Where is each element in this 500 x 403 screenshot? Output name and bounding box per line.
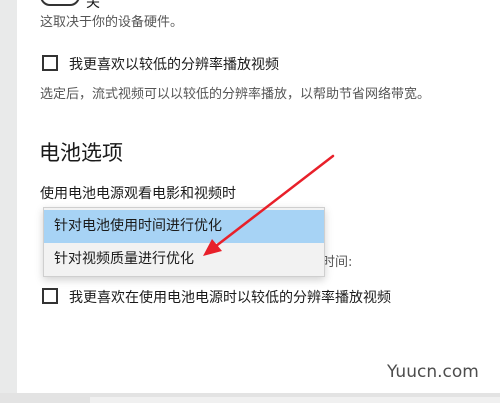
- annotation-arrow: [203, 154, 335, 256]
- site-watermark: Yuucn.com: [387, 362, 479, 382]
- bottom-taskbar-segment: [90, 397, 500, 403]
